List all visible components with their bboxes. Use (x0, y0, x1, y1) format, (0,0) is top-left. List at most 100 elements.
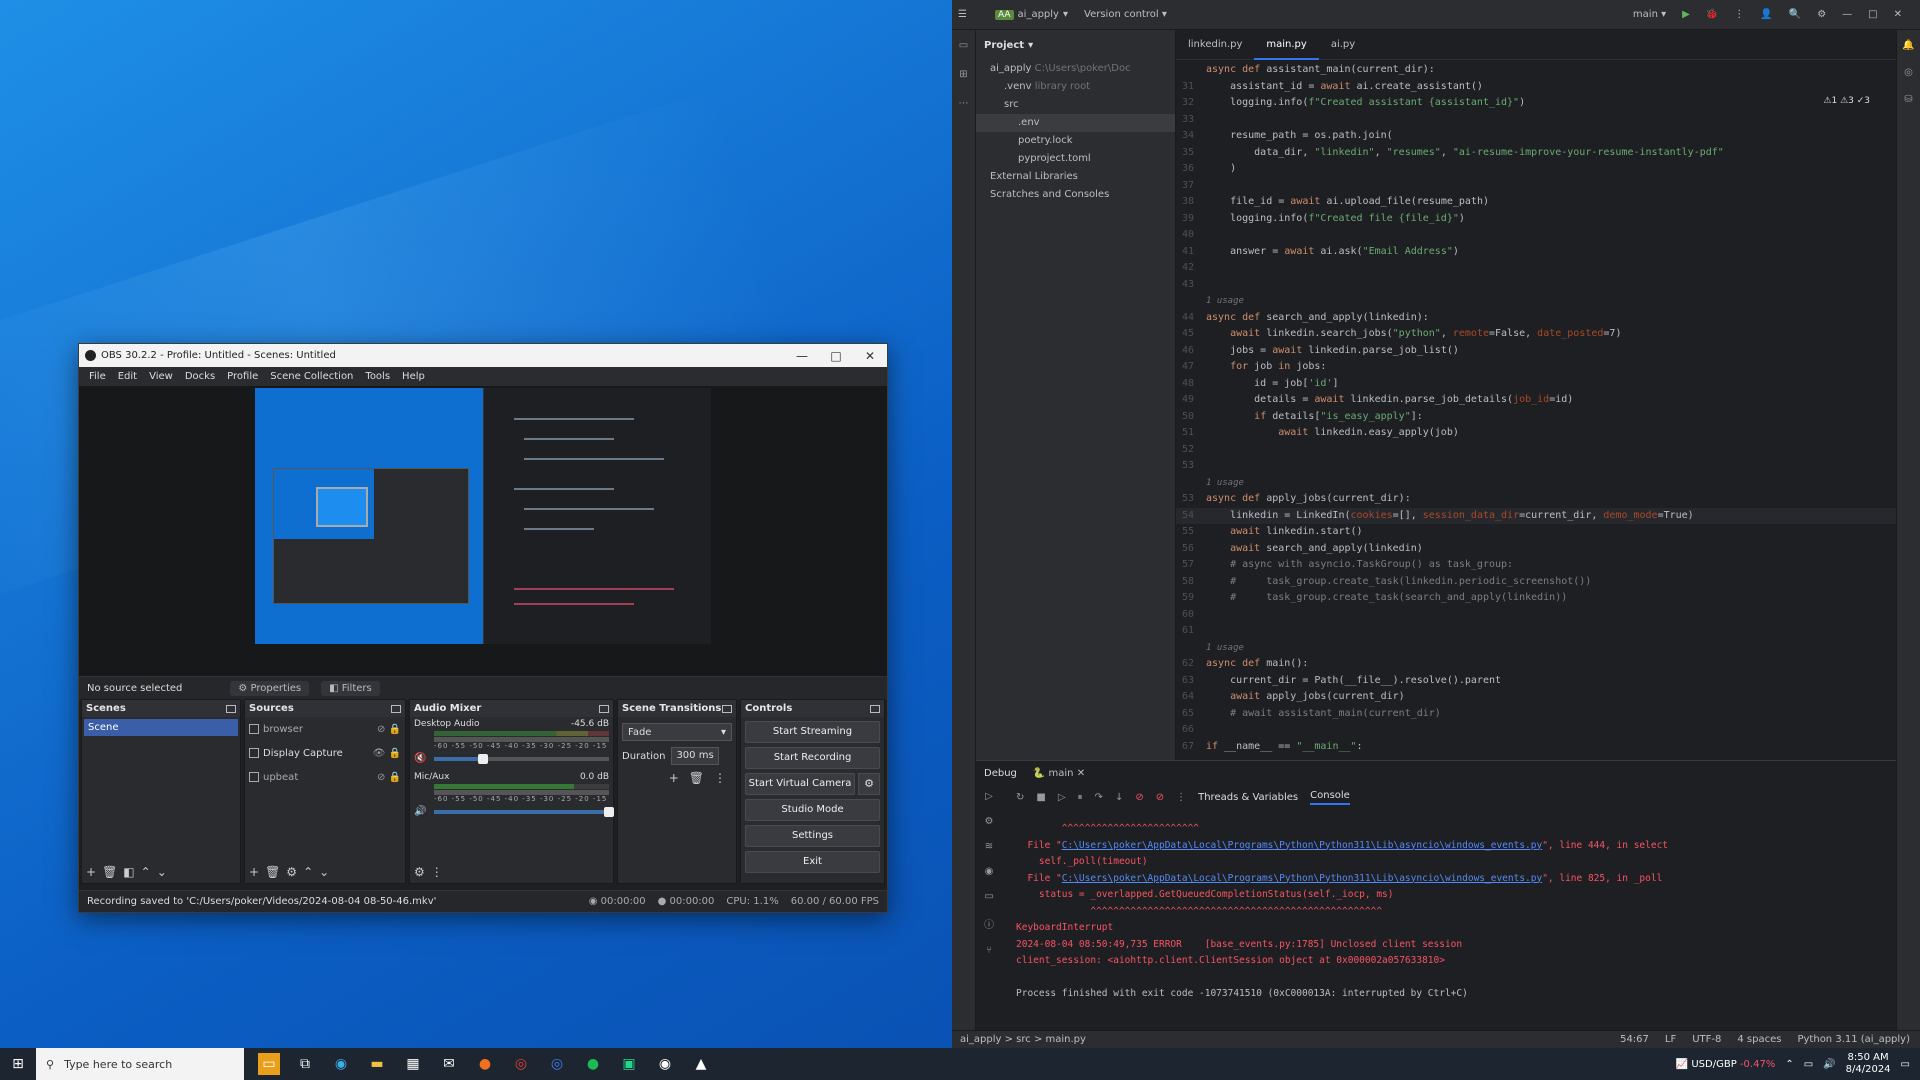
terminal-icon[interactable]: ▭ (984, 891, 993, 902)
file-explorer-icon[interactable]: ▬ (366, 1053, 388, 1075)
menu-dots-icon[interactable]: ⋮ (431, 865, 443, 879)
code-line[interactable]: 53 async def apply_jobs(current_dir): (1176, 491, 1896, 508)
trash-icon[interactable]: 🗑 (102, 865, 117, 879)
edge-icon[interactable]: ◉ (330, 1053, 352, 1075)
menu-file[interactable]: File (83, 371, 112, 382)
hidden-eye-lock-icon[interactable]: ⊘ 🔒 (377, 724, 401, 735)
editor[interactable]: linkedin.py main.py ai.py ⚠1 ⚠3 ✓3 async… (1176, 30, 1896, 760)
indent-setting[interactable]: 4 spaces (1737, 1034, 1781, 1045)
filters-button[interactable]: ◧ Filters (321, 681, 380, 696)
code-line[interactable]: 62 async def main(): (1176, 656, 1896, 673)
rerun-icon[interactable]: ↻ (1016, 792, 1024, 803)
tree-item[interactable]: poetry.lock (976, 132, 1175, 150)
obs-icon[interactable]: ◉ (654, 1053, 676, 1075)
debug-title[interactable]: Debug (984, 768, 1017, 779)
problems-icon[interactable]: ⓘ (984, 916, 994, 931)
volume-slider[interactable] (434, 806, 614, 817)
tree-item[interactable]: External Libraries (976, 168, 1175, 186)
python-interpreter[interactable]: Python 3.11 (ai_apply) (1797, 1034, 1910, 1045)
source-item[interactable]: browser ⊘ 🔒 (245, 717, 405, 741)
add-icon[interactable]: + (669, 771, 679, 785)
console-output[interactable]: ^^^^^^^^^^^^^^^^^^^^^^^^ File "C:\Users\… (1016, 821, 1886, 1003)
file-encoding[interactable]: UTF-8 (1692, 1034, 1721, 1045)
code-line[interactable]: 53 (1176, 458, 1896, 475)
obs-preview[interactable] (79, 386, 887, 676)
code-line[interactable]: 66 (1176, 722, 1896, 739)
menu-profile[interactable]: Profile (221, 371, 264, 382)
code-line[interactable]: 67 if __name__ == "__main__": (1176, 739, 1896, 756)
code-line[interactable]: 44 async def search_and_apply(linkedin): (1176, 310, 1896, 327)
git-icon[interactable]: ⑂ (986, 945, 992, 956)
code-line[interactable]: 39 logging.info(f"Created file {file_id}… (1176, 211, 1896, 228)
taskbar-search[interactable]: ⚲ Type here to search (36, 1048, 244, 1080)
more-tools-icon[interactable]: ⋯ (959, 98, 969, 109)
code-line[interactable]: 40 (1176, 227, 1896, 244)
code-line[interactable]: 52 (1176, 442, 1896, 459)
up-arrow-icon[interactable]: ⌃ (303, 865, 313, 879)
add-icon[interactable]: + (249, 865, 259, 879)
code-line[interactable]: 61 (1176, 623, 1896, 640)
database-icon[interactable]: ⛁ (1904, 94, 1912, 105)
code-line[interactable]: 58 # task_group.create_task(linkedin.per… (1176, 574, 1896, 591)
line-endings[interactable]: LF (1665, 1034, 1676, 1045)
source-item[interactable]: upbeat ⊘ 🔒 (245, 765, 405, 789)
menu-tools[interactable]: Tools (359, 371, 396, 382)
speaker-icon[interactable]: 🔊 (414, 806, 428, 817)
code-line[interactable]: 1 usage (1176, 475, 1896, 492)
step-over-icon[interactable]: ↷ (1095, 792, 1103, 803)
more-icon[interactable]: ⋮ (1734, 9, 1744, 20)
branch-selector[interactable]: main ▾ (1633, 9, 1666, 20)
run-icon[interactable]: ▶ (1682, 9, 1690, 20)
tab-console[interactable]: Console (1310, 790, 1350, 805)
undock-icon[interactable] (391, 704, 401, 713)
volume-slider[interactable] (434, 753, 609, 764)
advanced-audio-icon[interactable]: ⚙ (414, 865, 425, 879)
menu-view[interactable]: View (143, 371, 179, 382)
volume-knob[interactable] (604, 806, 614, 817)
undock-icon[interactable] (870, 704, 880, 713)
code-line[interactable]: 59 # task_group.create_task(search_and_a… (1176, 590, 1896, 607)
code-line[interactable]: 49 details = await linkedin.parse_job_de… (1176, 392, 1896, 409)
version-control-menu[interactable]: Version control ▾ (1084, 9, 1167, 20)
undock-icon[interactable] (722, 704, 732, 713)
windows-start-icon[interactable]: ⊞ (0, 1056, 36, 1072)
trash-icon[interactable]: 🗑 (689, 771, 704, 785)
notifications-icon[interactable]: ▭ (1901, 1059, 1910, 1070)
undock-icon[interactable] (599, 704, 609, 713)
code-line[interactable]: 38 file_id = await ai.upload_file(resume… (1176, 194, 1896, 211)
spotify-icon[interactable]: ● (582, 1053, 604, 1075)
debug-icon[interactable]: ⚙ (985, 816, 994, 827)
pycharm-icon[interactable]: ▣ (618, 1053, 640, 1075)
task-view-icon[interactable]: ⧉ (294, 1053, 316, 1075)
mail-icon[interactable]: ✉ (438, 1053, 460, 1075)
code-line[interactable]: 54 linkedin = LinkedIn(cookies=[], sessi… (1176, 507, 1896, 524)
notifications-icon[interactable]: 🔔 (1902, 40, 1914, 51)
gear-icon[interactable]: ⚙ (286, 865, 297, 879)
step-into-icon[interactable]: ↓ (1115, 792, 1123, 803)
code-line[interactable]: 51 await linkedin.easy_apply(job) (1176, 425, 1896, 442)
transition-select[interactable]: Fade ▾ (622, 723, 732, 741)
tab-ai-py[interactable]: ai.py (1319, 30, 1367, 60)
code-line[interactable]: 36 ) (1176, 161, 1896, 178)
start-virtual-camera-button[interactable]: Start Virtual Camera (745, 773, 855, 795)
chromium-icon[interactable]: ◎ (546, 1053, 568, 1075)
code-line[interactable]: async def assistant_main(current_dir): (1176, 62, 1896, 79)
properties-button[interactable]: ⚙ Properties (230, 681, 310, 696)
settings-button[interactable]: Settings (745, 825, 880, 847)
user-icon[interactable]: 👤 (1760, 9, 1772, 20)
scene-item[interactable]: Scene (84, 719, 238, 736)
up-arrow-icon[interactable]: ⌃ (141, 865, 151, 879)
menu-scene-collection[interactable]: Scene Collection (264, 371, 359, 382)
tree-item[interactable]: pyproject.toml (976, 150, 1175, 168)
code-line[interactable]: 46 jobs = await linkedin.parse_job_list(… (1176, 343, 1896, 360)
code-line[interactable]: 64 await apply_jobs(current_dir) (1176, 689, 1896, 706)
code-line[interactable]: 31 assistant_id = await ai.create_assist… (1176, 79, 1896, 96)
network-icon[interactable]: ▭ (1804, 1059, 1813, 1070)
tab-threads-variables[interactable]: Threads & Variables (1198, 792, 1298, 803)
profile-icon[interactable]: ◉ (985, 866, 994, 877)
menu-docks[interactable]: Docks (179, 371, 221, 382)
search-icon[interactable]: 🔍 (1789, 9, 1801, 20)
source-item[interactable]: Display Capture 👁 🔒 (245, 741, 405, 765)
resume-icon[interactable]: ▷ (1058, 792, 1066, 803)
caret-position[interactable]: 54:67 (1620, 1034, 1649, 1045)
